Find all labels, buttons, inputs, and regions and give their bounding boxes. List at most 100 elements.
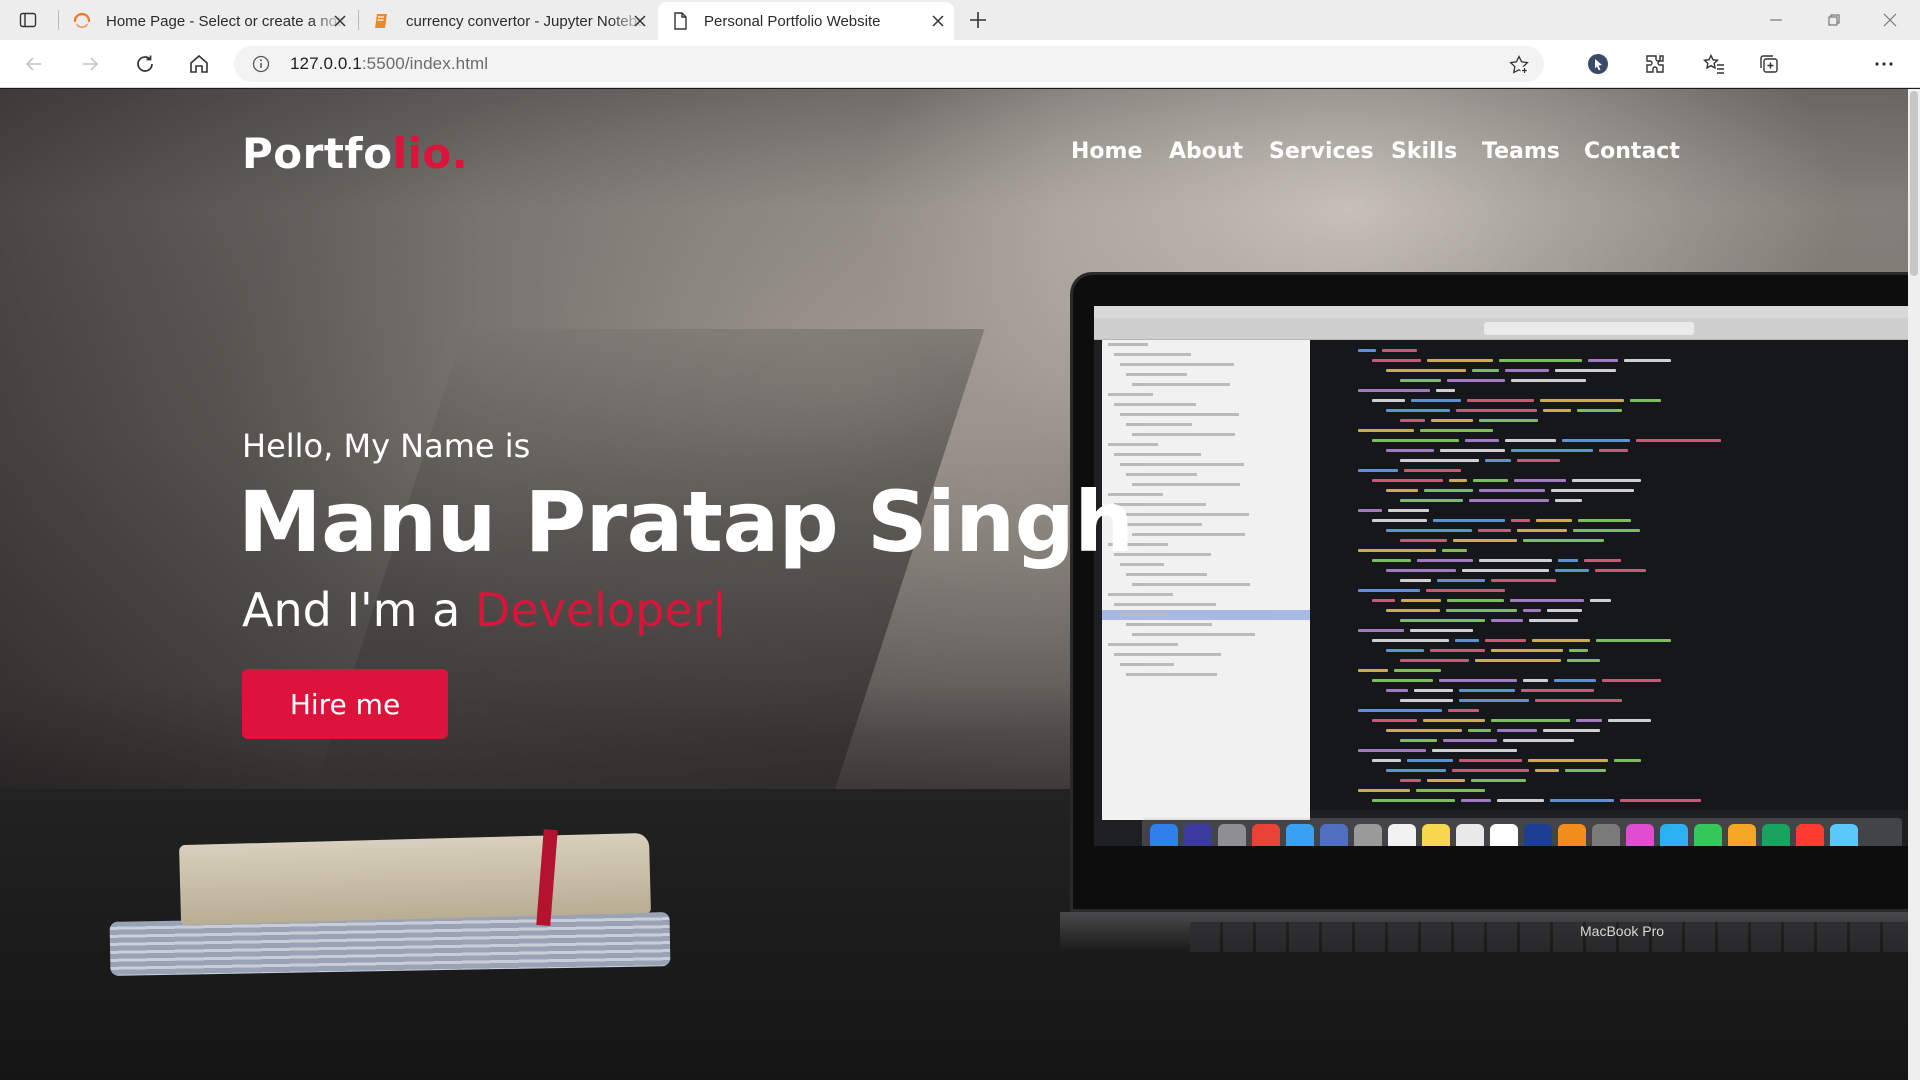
code-token — [1372, 719, 1417, 722]
nav-about[interactable]: About — [1169, 139, 1243, 164]
code-token — [1400, 419, 1425, 422]
code-token — [1449, 479, 1467, 482]
code-token — [1479, 419, 1538, 422]
site-info-icon[interactable] — [252, 55, 270, 73]
code-token — [1523, 539, 1604, 542]
code-token — [1437, 579, 1485, 582]
scrollbar-thumb[interactable] — [1910, 91, 1918, 276]
code-token — [1558, 559, 1578, 562]
code-token — [1400, 659, 1469, 662]
code-token — [1468, 729, 1491, 732]
code-token — [1491, 649, 1563, 652]
collections-icon[interactable] — [1757, 52, 1781, 76]
nav-home[interactable]: Home — [1071, 139, 1142, 164]
code-token — [1599, 449, 1628, 452]
new-tab-icon[interactable] — [966, 8, 990, 32]
code-token — [1462, 569, 1549, 572]
code-token — [1386, 649, 1424, 652]
extensions-icon[interactable] — [1643, 52, 1667, 76]
reload-icon[interactable] — [133, 52, 157, 76]
close-tab-icon[interactable] — [930, 13, 946, 29]
code-token — [1372, 599, 1395, 602]
code-token — [1517, 459, 1560, 462]
code-token — [1510, 599, 1584, 602]
code-token — [1358, 549, 1436, 552]
tab-actions-icon[interactable] — [14, 8, 42, 32]
tab-title: Personal Portfolio Website — [704, 12, 881, 30]
code-token — [1358, 709, 1442, 712]
code-token — [1358, 789, 1410, 792]
brand-logo[interactable]: Portfolio. — [242, 129, 468, 178]
laptop-photo-element — [1060, 272, 1920, 952]
dock-app-icon — [1422, 824, 1450, 846]
book-strap — [536, 829, 558, 926]
add-favorite-icon[interactable] — [1508, 54, 1530, 76]
more-options-icon[interactable] — [1872, 52, 1896, 76]
code-token — [1416, 789, 1485, 792]
code-token — [1358, 349, 1376, 352]
code-token — [1572, 479, 1641, 482]
laptop-keyboard — [1190, 922, 1920, 952]
code-token — [1577, 409, 1622, 412]
code-token — [1407, 759, 1453, 762]
code-token — [1551, 489, 1634, 492]
nav-skills-label: Skills — [1391, 139, 1458, 164]
code-token — [1543, 729, 1600, 732]
dock-app-icon — [1456, 824, 1484, 846]
home-icon[interactable] — [187, 52, 211, 76]
file-tree-row — [1102, 620, 1310, 630]
code-token — [1386, 529, 1472, 532]
file-tree-row — [1102, 420, 1310, 430]
hire-me-button[interactable]: Hire me — [242, 669, 448, 739]
file-tree-row — [1102, 580, 1310, 590]
close-tab-icon[interactable] — [332, 13, 348, 29]
code-token — [1472, 369, 1499, 372]
close-tab-icon[interactable] — [632, 13, 648, 29]
tab-separator — [58, 10, 59, 30]
tab-home-page[interactable]: Home Page - Select or create a notebook — [60, 2, 356, 40]
jupyter-loading-icon — [72, 11, 92, 31]
code-token — [1433, 519, 1505, 522]
dock-app-icon — [1558, 824, 1586, 846]
code-token — [1382, 349, 1417, 352]
role-typed-text: Developer — [474, 583, 712, 637]
editor-toolbar — [1094, 318, 1920, 340]
code-token — [1455, 639, 1479, 642]
code-token — [1358, 469, 1398, 472]
code-token — [1499, 359, 1582, 362]
tab-currency-convertor[interactable]: currency convertor - Jupyter Notebook — [360, 2, 656, 40]
back-icon[interactable] — [22, 52, 46, 76]
books-photo-element — [100, 829, 671, 989]
page-scrollbar[interactable] — [1908, 89, 1920, 1080]
code-token — [1411, 399, 1461, 402]
code-token — [1514, 479, 1566, 482]
nav-services[interactable]: Services — [1269, 139, 1374, 164]
nav-contact[interactable]: Contact — [1584, 139, 1680, 164]
code-token — [1372, 679, 1433, 682]
code-token — [1447, 599, 1504, 602]
code-token — [1532, 639, 1590, 642]
file-tree — [1102, 340, 1310, 820]
code-token — [1636, 439, 1721, 442]
code-token — [1358, 429, 1414, 432]
close-window-icon[interactable] — [1878, 8, 1902, 32]
tab-personal-portfolio[interactable]: Personal Portfolio Website — [658, 2, 954, 40]
forward-icon[interactable] — [78, 52, 102, 76]
file-tree-row — [1102, 590, 1310, 600]
minimize-icon[interactable] — [1764, 8, 1788, 32]
extension-cursor-icon[interactable] — [1586, 52, 1610, 76]
dock-app-icon — [1660, 824, 1688, 846]
url-path: :5500/index.html — [361, 54, 489, 73]
code-token — [1417, 559, 1473, 562]
restore-icon[interactable] — [1822, 8, 1846, 32]
code-token — [1485, 459, 1511, 462]
code-token — [1430, 649, 1485, 652]
favorites-icon[interactable] — [1702, 52, 1726, 76]
code-token — [1424, 489, 1473, 492]
file-tree-row — [1102, 410, 1310, 420]
nav-skills[interactable]: Skills — [1391, 139, 1457, 164]
code-token — [1554, 679, 1596, 682]
url-field[interactable]: 127.0.0.1:5500/index.html — [234, 46, 1544, 82]
nav-teams-label: Teams — [1482, 139, 1560, 164]
nav-teams[interactable]: Teams — [1482, 139, 1560, 164]
